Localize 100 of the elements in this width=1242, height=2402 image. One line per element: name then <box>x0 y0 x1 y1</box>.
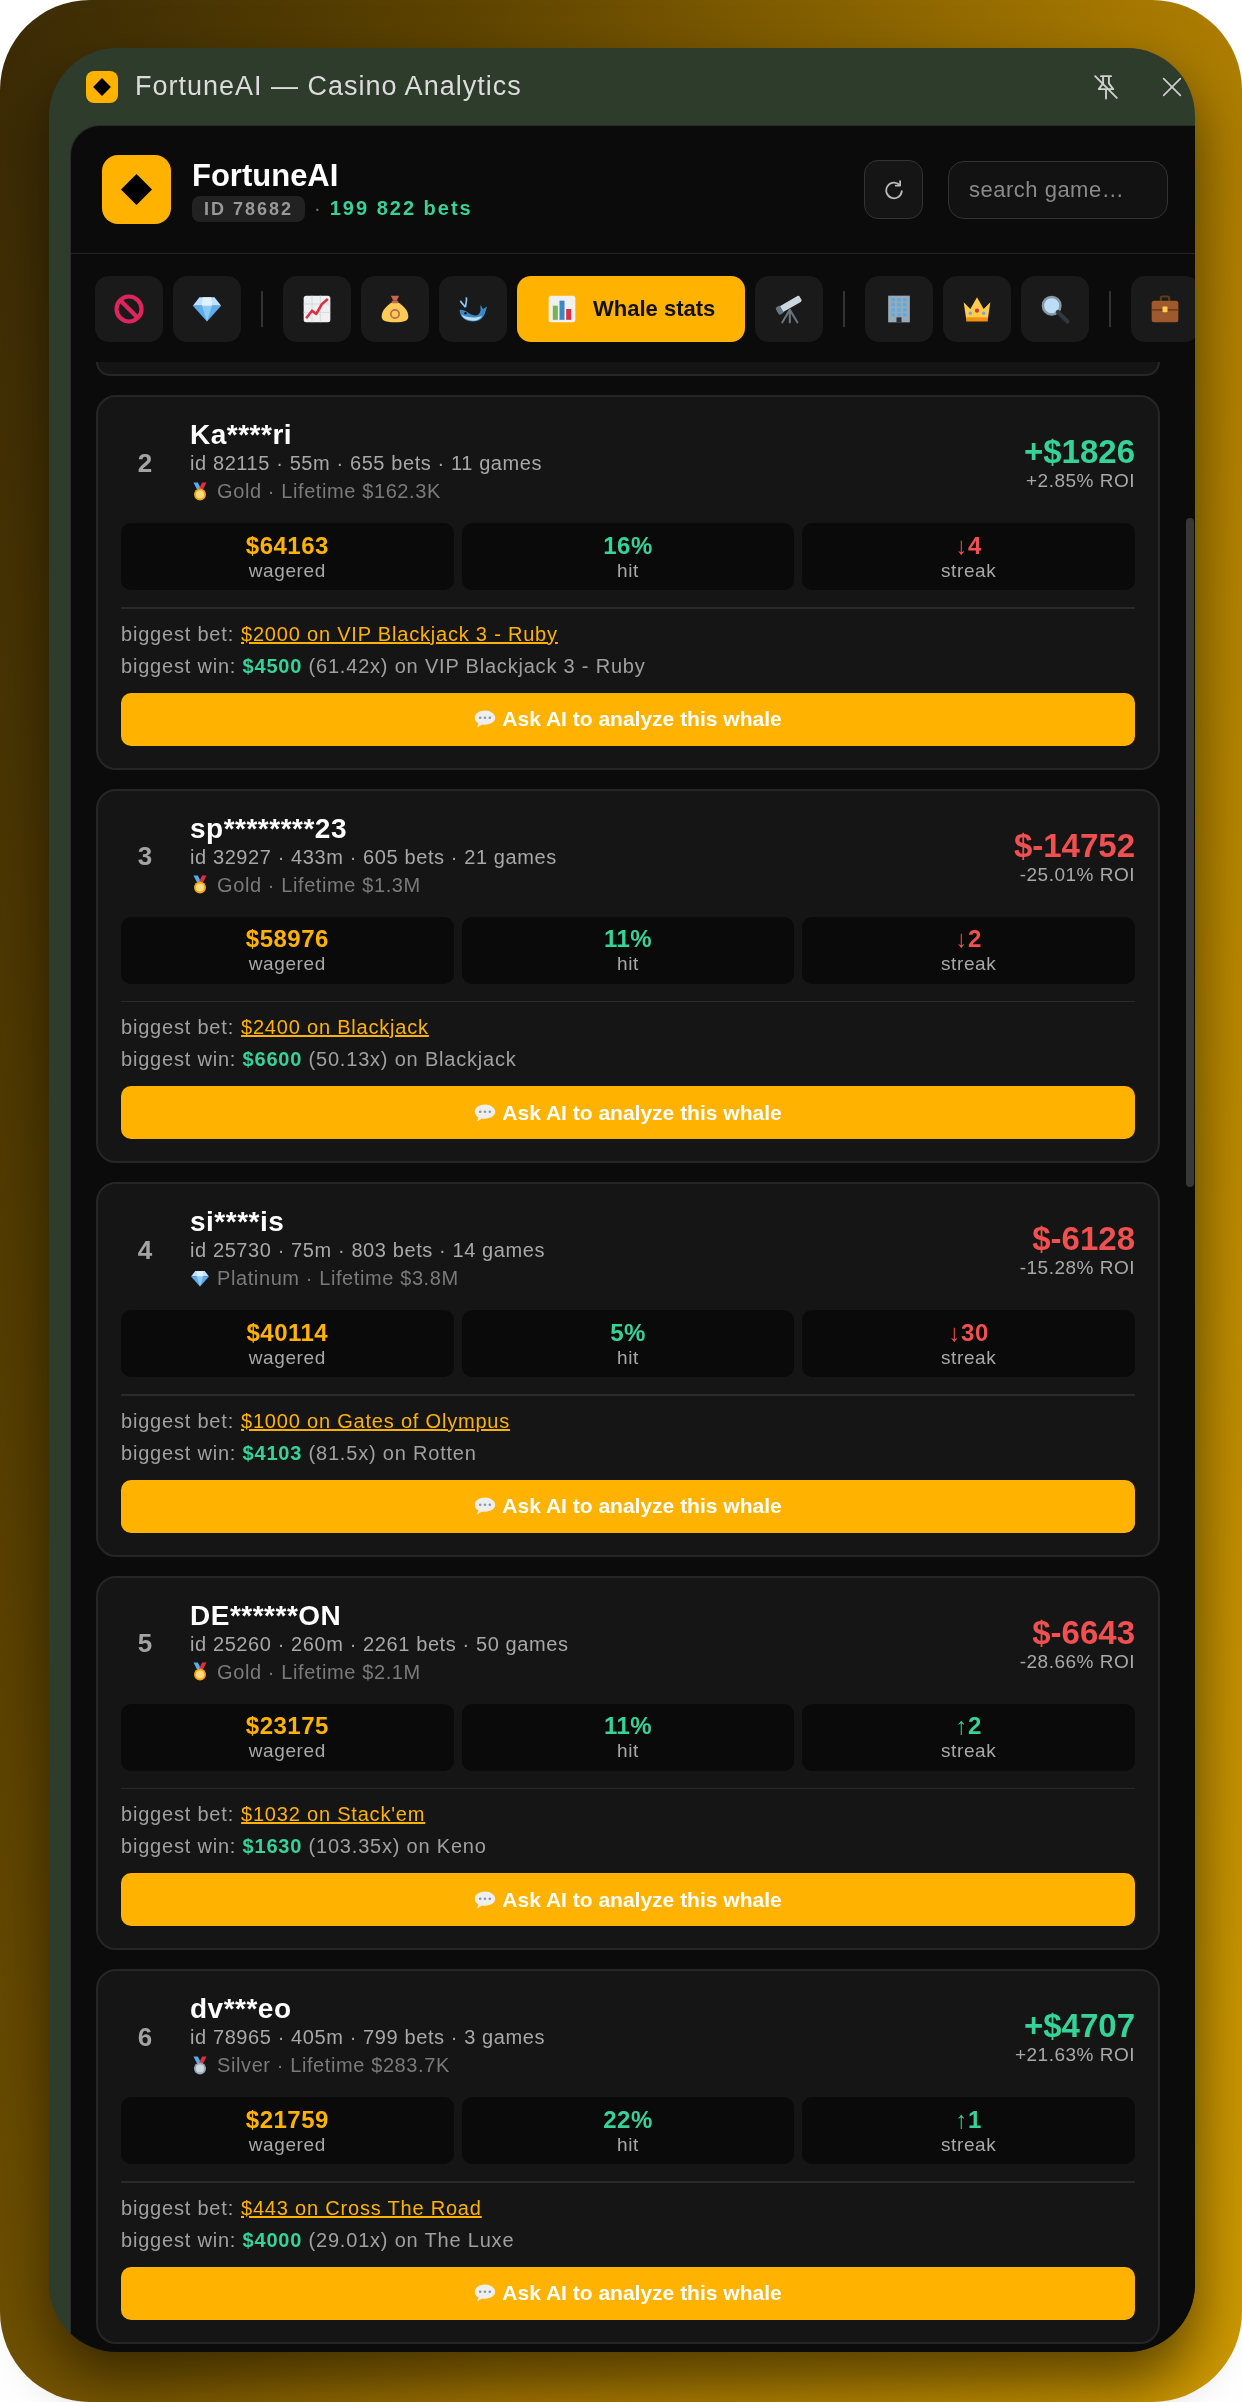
bet-link[interactable]: $2000 on VIP Blackjack 3 - Ruby <box>241 617 558 650</box>
tab[interactable] <box>865 276 934 342</box>
tier-text: Gold · Lifetime $1.3M <box>217 872 421 898</box>
tab[interactable] <box>943 276 1012 342</box>
rank-number: 6 <box>136 2021 154 2053</box>
tab[interactable] <box>173 276 241 342</box>
rising-chart-icon <box>302 294 332 324</box>
biggest-bet-label: biggest bet: <box>121 2195 234 2221</box>
speech-bubble-icon <box>474 1497 497 1515</box>
profit-amount: $-6643 <box>1032 1614 1135 1651</box>
biggest-bet-label: biggest bet: <box>121 1015 234 1040</box>
profit-amount: $-6128 <box>1032 1221 1135 1257</box>
tier-text: Gold · Lifetime $2.1M <box>217 1659 421 1685</box>
speech-bubble-icon <box>474 710 497 728</box>
roi-text: -28.66% ROI <box>1019 1650 1135 1673</box>
money-bag-icon <box>380 294 410 324</box>
speech-bubble-icon <box>474 1103 497 1122</box>
stat-label: hit <box>617 952 639 975</box>
refresh-icon <box>883 179 904 200</box>
bar-chart-icon <box>547 294 577 324</box>
stat-value: ↓4 <box>955 531 982 559</box>
bet-link[interactable]: $1032 on Stack'em <box>241 1798 426 1830</box>
biggest-win-text: biggest win: $4103 (81.5x) on Rotten <box>121 1440 477 1466</box>
stat-label: streak <box>941 952 997 975</box>
stat-label: streak <box>941 2132 997 2156</box>
stat-value: $40114 <box>246 1318 329 1346</box>
prohibited-icon <box>114 294 144 324</box>
stat-label: wagered <box>248 952 326 975</box>
roi-text: -15.28% ROI <box>1019 1257 1135 1279</box>
biggest-bet-label: biggest bet: <box>121 621 234 647</box>
app-logo-icon <box>86 70 118 103</box>
tab[interactable] <box>1021 276 1090 342</box>
stat-value: 11% <box>603 925 653 952</box>
stat-value: $23175 <box>245 1712 329 1739</box>
tier-text: Silver · Lifetime $283.7K <box>217 2053 450 2078</box>
stat-value: ↑2 <box>955 1712 982 1739</box>
stat-value: $64163 <box>245 531 329 559</box>
player-meta: id 25730 · 75m · 803 bets · 14 games <box>190 1238 546 1263</box>
stat-value: $21759 <box>245 2105 329 2133</box>
close-icon[interactable] <box>1162 76 1182 97</box>
tab[interactable] <box>283 276 351 342</box>
stat-label: wagered <box>248 558 326 582</box>
bet-link[interactable]: $443 on Cross The Road <box>241 2191 482 2224</box>
tier-text: Platinum · Lifetime $3.8M <box>217 1266 459 1291</box>
player-meta: id 82115 · 55m · 655 bets · 11 games <box>190 451 543 476</box>
stat-value: ↓2 <box>955 925 982 952</box>
player-meta: id 25260 · 260m · 2261 bets · 50 games <box>190 1631 569 1657</box>
tab[interactable]: Whale stats <box>517 276 746 342</box>
biggest-bet-label: biggest bet: <box>121 1408 234 1434</box>
biggest-win-text: biggest win: $6600 (50.13x) on Blackjack <box>121 1047 517 1072</box>
profit-amount: +$4707 <box>1023 2008 1135 2044</box>
briefcase-icon <box>1150 294 1181 324</box>
stat-label: wagered <box>248 1345 326 1369</box>
speech-bubble-icon <box>474 2284 497 2302</box>
stat-label: hit <box>617 2132 639 2156</box>
biggest-win-text: biggest win: $1630 (103.35x) on Keno <box>121 1834 487 1859</box>
biggest-win-text: biggest win: $4500 (61.42x) on VIP Blackjack 3 - Ruby <box>121 653 646 679</box>
window-title: FortuneAI — Casino Analytics <box>135 71 522 102</box>
stat-label: streak <box>941 558 997 582</box>
player-meta: id 32927 · 433m · 605 bets · 21 games <box>190 844 557 870</box>
stat-value: ↓30 <box>948 1318 989 1346</box>
player-name: si****is <box>190 1207 285 1237</box>
stat-value: 16% <box>603 531 653 559</box>
tab[interactable] <box>361 276 429 342</box>
stat-value: $58976 <box>245 925 329 952</box>
bet-link[interactable]: $1000 on Gates of Olympus <box>241 1404 511 1437</box>
speech-bubble-icon <box>474 1890 497 1909</box>
profit-amount: +$1826 <box>1023 434 1135 470</box>
app-name: FortuneAI <box>192 157 339 194</box>
scrollbar-thumb[interactable] <box>1186 518 1194 1187</box>
bet-link[interactable]: $2400 on Blackjack <box>241 1011 429 1043</box>
player-name: dv***eo <box>190 1994 292 2024</box>
telescope-icon <box>774 294 805 324</box>
gem-icon <box>192 294 222 324</box>
stat-label: hit <box>617 1739 639 1762</box>
pin-off-icon[interactable] <box>1093 73 1119 100</box>
biggest-win-text: biggest win: $4000 (29.01x) on The Luxe <box>121 2227 515 2253</box>
stat-value: 22% <box>603 2105 653 2133</box>
logo-icon <box>102 155 171 224</box>
rank-number: 5 <box>136 1628 154 1659</box>
whale-icon <box>458 294 488 324</box>
player-name: DE******ON <box>190 1600 342 1631</box>
bet-count: 199 822 bets <box>329 197 473 220</box>
search-field[interactable]: search game… <box>948 160 1168 219</box>
rank-number: 2 <box>136 447 154 479</box>
refresh-button[interactable] <box>864 160 923 219</box>
player-name: sp********23 <box>190 813 347 844</box>
id-badge: ID 78682 <box>192 195 306 222</box>
player-name: Ka****ri <box>190 420 293 450</box>
stat-label: streak <box>941 1739 997 1762</box>
rank-number: 3 <box>136 841 154 872</box>
player-meta: id 78965 · 405m · 799 bets · 3 games <box>190 2025 546 2050</box>
search-icon <box>1040 294 1071 324</box>
stat-value: 5% <box>610 1318 646 1346</box>
stat-label: hit <box>617 1345 639 1369</box>
roi-text: -25.01% ROI <box>1019 863 1135 886</box>
separator-dot: · <box>314 197 321 220</box>
stat-value: 11% <box>603 1712 653 1739</box>
stat-label: wagered <box>248 2132 326 2156</box>
tab[interactable] <box>755 276 824 342</box>
